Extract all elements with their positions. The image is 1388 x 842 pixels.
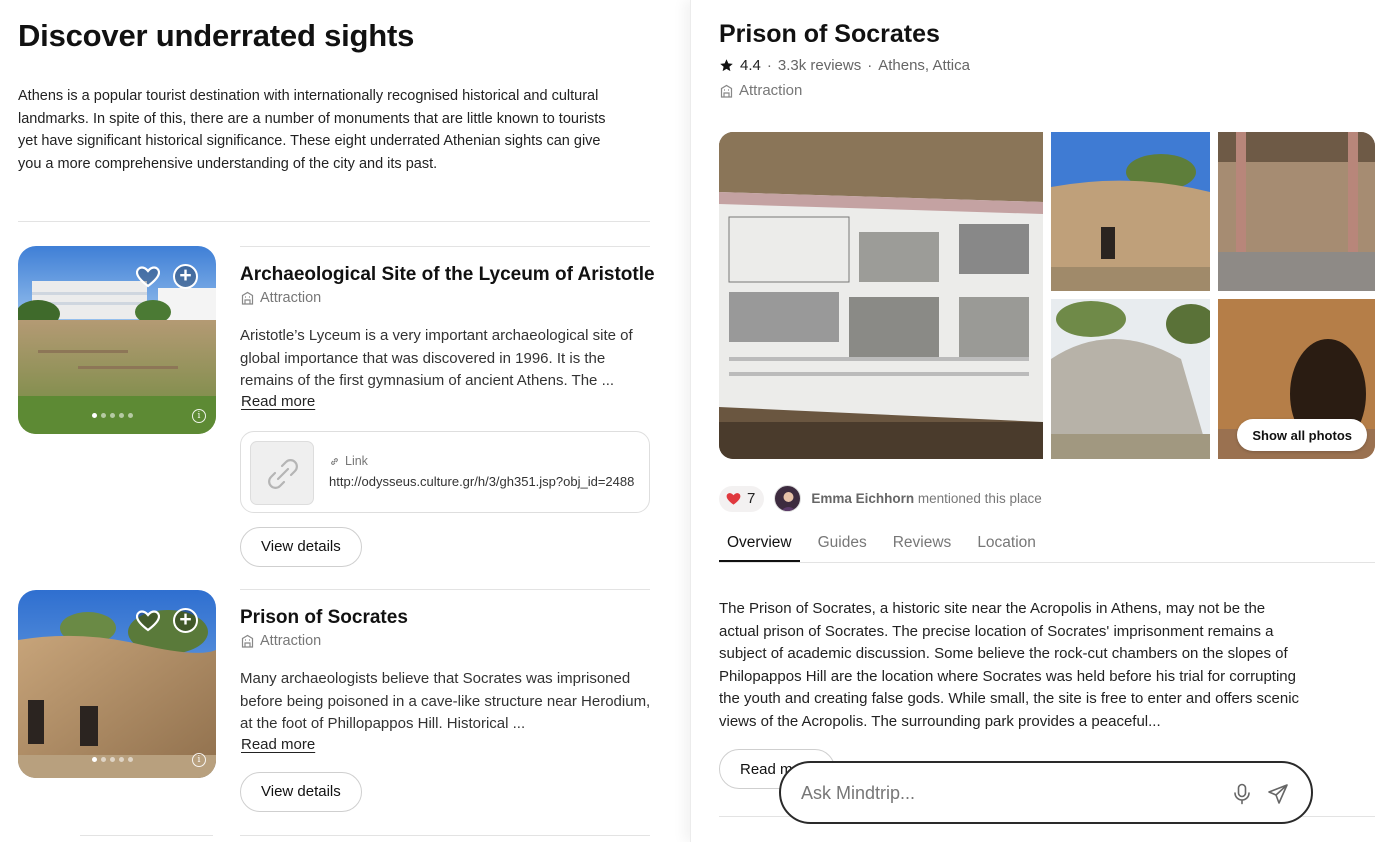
tab-overview[interactable]: Overview	[719, 531, 800, 562]
building-icon	[720, 84, 733, 98]
mention-user[interactable]: Emma Eichhorn	[811, 491, 914, 506]
divider	[18, 221, 650, 222]
photo-gallery[interactable]: Show all photos	[719, 132, 1375, 459]
mention-text: Emma Eichhorn mentioned this place	[811, 491, 1042, 506]
photo-rock-cave[interactable]	[1051, 132, 1210, 291]
place-meta: 4.4 · 3.3k reviews · Athens, Attica	[719, 57, 970, 74]
heart-icon[interactable]	[136, 266, 160, 288]
tab-reviews[interactable]: Reviews	[885, 531, 960, 562]
link-label: Link	[329, 454, 368, 468]
detail-tabs: Overview Guides Reviews Location	[719, 531, 1375, 563]
photo-main-info-board[interactable]	[719, 132, 1043, 459]
like-button[interactable]: 7	[719, 485, 765, 512]
place-location: Athens, Attica	[878, 57, 970, 74]
place-detail-panel: Prison of Socrates 4.4 · 3.3k reviews · …	[690, 0, 1388, 842]
ask-bar	[779, 761, 1313, 824]
microphone-icon[interactable]	[1232, 783, 1252, 805]
divider	[240, 835, 650, 836]
show-all-photos-button[interactable]: Show all photos	[1237, 419, 1367, 451]
send-icon[interactable]	[1267, 783, 1289, 805]
link-icon	[268, 459, 298, 489]
card-type-label: Attraction	[260, 633, 322, 649]
place-type: Attraction	[720, 82, 802, 99]
divider	[240, 589, 650, 590]
carousel-dots	[92, 413, 133, 418]
avatar[interactable]	[774, 485, 802, 512]
page-title: Discover underrated sights	[18, 18, 415, 53]
card-title[interactable]: Archaeological Site of the Lyceum of Ari…	[240, 264, 655, 286]
plus-circle-icon[interactable]: +	[173, 608, 198, 633]
card-type: Attraction	[241, 633, 321, 649]
info-icon[interactable]: i	[192, 409, 206, 423]
card-description: Aristotle’s Lyceum is a very important a…	[240, 327, 633, 389]
photo-cave-bars[interactable]	[1218, 132, 1375, 291]
sights-list-column: Discover underrated sights Athens is a p…	[0, 0, 690, 842]
read-more-link[interactable]: Read more	[241, 736, 315, 753]
link-icon	[331, 457, 338, 465]
link-url[interactable]: http://odysseus.culture.gr/h/3/gh351.jsp…	[329, 474, 643, 489]
card-description: Many archaeologists believe that Socrate…	[240, 670, 651, 732]
social-row: 7 Emma Eichhorn mentioned this place	[719, 485, 1042, 512]
card-type-label: Attraction	[260, 290, 322, 306]
building-icon	[241, 291, 254, 305]
view-details-button[interactable]: View details	[240, 772, 362, 812]
building-icon	[241, 634, 254, 648]
link-preview-card[interactable]: Link http://odysseus.culture.gr/h/3/gh35…	[240, 431, 650, 513]
carousel-dots	[92, 757, 133, 762]
rating-value: 4.4	[740, 57, 761, 74]
card-title[interactable]: Prison of Socrates	[240, 607, 408, 629]
overview-text: The Prison of Socrates, a historic site …	[719, 600, 1300, 730]
card-type: Attraction	[241, 290, 321, 306]
heart-icon	[726, 492, 741, 505]
read-more-link[interactable]: Read more	[241, 393, 315, 410]
like-count: 7	[747, 490, 756, 507]
heart-icon[interactable]	[136, 610, 160, 632]
card-photo-lyceum[interactable]: + i	[18, 246, 216, 434]
divider	[80, 835, 213, 836]
photo-boulder[interactable]	[1051, 299, 1210, 459]
star-icon	[720, 59, 733, 72]
link-thumbnail	[250, 441, 314, 505]
info-icon[interactable]: i	[192, 753, 206, 767]
place-title: Prison of Socrates	[719, 20, 940, 48]
review-count[interactable]: 3.3k reviews	[778, 57, 861, 74]
intro-text: Athens is a popular tourist destination …	[18, 88, 606, 172]
photo-cave-entrance[interactable]: Show all photos	[1218, 299, 1375, 459]
tab-location[interactable]: Location	[969, 531, 1044, 562]
divider	[240, 246, 650, 247]
tab-guides[interactable]: Guides	[810, 531, 875, 562]
card-photo-prison[interactable]: + i	[18, 590, 216, 778]
view-details-button[interactable]: View details	[240, 527, 362, 567]
ask-input[interactable]	[801, 781, 1221, 805]
plus-circle-icon[interactable]: +	[173, 264, 198, 289]
